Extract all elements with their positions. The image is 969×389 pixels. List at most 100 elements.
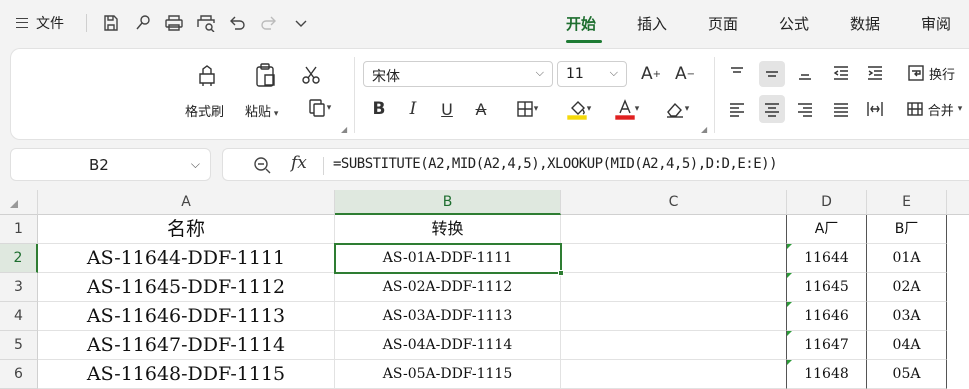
- column-header-c[interactable]: C: [561, 190, 787, 215]
- wrap-text-button[interactable]: 换行: [901, 61, 961, 85]
- file-menu[interactable]: 文件: [16, 13, 64, 33]
- underline-icon[interactable]: U: [435, 97, 459, 121]
- justify-icon[interactable]: [829, 97, 853, 121]
- distribute-icon[interactable]: [863, 97, 887, 121]
- undo-icon[interactable]: [226, 12, 248, 34]
- font-name-select[interactable]: 宋体 ⌵: [363, 61, 553, 87]
- print-preview-icon[interactable]: [194, 12, 218, 34]
- increase-font-size-icon[interactable]: A +: [639, 63, 663, 85]
- function-icon[interactable]: fx: [291, 153, 307, 173]
- font-size-select[interactable]: 11 ⌵: [557, 61, 627, 87]
- font-size-value: 11: [566, 66, 584, 82]
- cell-c4[interactable]: [561, 302, 787, 331]
- cell-d2[interactable]: 11644: [787, 244, 867, 273]
- name-box[interactable]: B2 ⌵: [10, 148, 211, 181]
- row-header-4[interactable]: 4: [0, 302, 38, 331]
- tab-insert[interactable]: 插入: [637, 13, 667, 34]
- cell-b4[interactable]: AS-03A-DDF-1113: [335, 302, 561, 331]
- align-center-icon[interactable]: [759, 95, 785, 123]
- increase-indent-icon[interactable]: [863, 61, 887, 85]
- cell-b1[interactable]: 转换: [335, 215, 561, 244]
- cell-c3[interactable]: [561, 273, 787, 302]
- merge-button[interactable]: 合并 ▾: [901, 97, 967, 121]
- row-header-6[interactable]: 6: [0, 360, 38, 389]
- cell-e2[interactable]: 01A: [867, 244, 947, 273]
- fill-handle[interactable]: [558, 270, 564, 276]
- divider: [86, 14, 87, 32]
- align-right-icon[interactable]: [793, 97, 817, 121]
- format-painter-icon[interactable]: [132, 12, 154, 34]
- tab-formulas[interactable]: 公式: [779, 13, 809, 34]
- format-painter-icon[interactable]: [193, 61, 221, 89]
- cell-e6[interactable]: 05A: [867, 360, 947, 389]
- format-painter-label[interactable]: 格式刷: [185, 101, 224, 120]
- cell-a4[interactable]: AS-11646-DDF-1113: [38, 302, 335, 331]
- cell-a6[interactable]: AS-11648-DDF-1115: [38, 360, 335, 389]
- clear-format-button[interactable]: ▾: [657, 97, 697, 121]
- cell-a2[interactable]: AS-11644-DDF-1111: [38, 244, 335, 273]
- align-bottom-icon[interactable]: [793, 61, 817, 85]
- group-launcher-icon[interactable]: ◢: [341, 125, 347, 134]
- cell-d6[interactable]: 11648: [787, 360, 867, 389]
- cell-a3[interactable]: AS-11645-DDF-1112: [38, 273, 335, 302]
- cell-b5[interactable]: AS-04A-DDF-1114: [335, 331, 561, 360]
- column-header-a[interactable]: A: [38, 190, 335, 215]
- cell-a1[interactable]: 名称: [38, 215, 335, 244]
- cell-d4[interactable]: 11646: [787, 302, 867, 331]
- column-header-e[interactable]: E: [867, 190, 947, 215]
- paste-button[interactable]: 粘贴 ▾: [245, 101, 278, 120]
- cell-e3[interactable]: 02A: [867, 273, 947, 302]
- formula-bar[interactable]: fx =SUBSTITUTE(A2,MID(A2,4,5),XLOOKUP(MI…: [222, 148, 969, 181]
- align-left-icon[interactable]: [725, 97, 749, 121]
- chevron-down-icon: ▾: [957, 104, 963, 114]
- align-top-icon[interactable]: [725, 61, 749, 85]
- column-header-d[interactable]: D: [787, 190, 867, 215]
- font-color-button[interactable]: ▾: [607, 95, 647, 123]
- column-header-b[interactable]: B: [335, 190, 561, 215]
- save-icon[interactable]: [100, 12, 122, 34]
- tab-home[interactable]: 开始: [566, 13, 596, 34]
- align-middle-icon[interactable]: [759, 61, 785, 87]
- borders-button[interactable]: ▾: [507, 97, 547, 121]
- row-header-5[interactable]: 5: [0, 331, 38, 360]
- redo-icon[interactable]: [258, 12, 280, 34]
- cell-d3[interactable]: 11645: [787, 273, 867, 302]
- bold-icon[interactable]: B: [367, 97, 391, 121]
- cell-b3[interactable]: AS-02A-DDF-1112: [335, 273, 561, 302]
- row-header-3[interactable]: 3: [0, 273, 38, 302]
- print-icon[interactable]: [162, 12, 186, 34]
- row-header-1[interactable]: 1: [0, 215, 38, 244]
- select-all-corner[interactable]: [0, 190, 38, 215]
- decrease-indent-icon[interactable]: [829, 61, 853, 85]
- paste-icon[interactable]: [251, 61, 279, 89]
- cell-c2[interactable]: [561, 244, 787, 273]
- column-header-f[interactable]: [947, 190, 969, 215]
- tab-page[interactable]: 页面: [708, 13, 738, 34]
- formula-input[interactable]: =SUBSTITUTE(A2,MID(A2,4,5),XLOOKUP(MID(A…: [333, 156, 778, 172]
- tab-data[interactable]: 数据: [850, 13, 880, 34]
- group-launcher-icon[interactable]: ◢: [701, 125, 707, 134]
- cell-a5[interactable]: AS-11647-DDF-1114: [38, 331, 335, 360]
- merge-label: 合并: [927, 103, 954, 119]
- copy-button[interactable]: ▾: [299, 97, 339, 119]
- fill-color-button[interactable]: ▾: [559, 95, 599, 123]
- cut-icon[interactable]: [299, 63, 323, 87]
- decrease-font-size-icon[interactable]: A −: [673, 63, 697, 85]
- cell-e1[interactable]: B厂: [867, 215, 947, 244]
- row-header-2[interactable]: 2: [0, 244, 38, 273]
- zoom-icon[interactable]: [253, 156, 271, 178]
- cell-c1[interactable]: [561, 215, 787, 244]
- strikethrough-icon[interactable]: A: [469, 97, 493, 121]
- cell-c5[interactable]: [561, 331, 787, 360]
- tab-review[interactable]: 审阅: [921, 13, 951, 34]
- italic-icon[interactable]: I: [401, 97, 425, 121]
- cell-e5[interactable]: 04A: [867, 331, 947, 360]
- cell-d1[interactable]: A厂: [787, 215, 867, 244]
- cell-e4[interactable]: 03A: [867, 302, 947, 331]
- more-icon[interactable]: [290, 12, 312, 34]
- cell-b6[interactable]: AS-05A-DDF-1115: [335, 360, 561, 389]
- cell-d5[interactable]: 11647: [787, 331, 867, 360]
- cell-c6[interactable]: [561, 360, 787, 389]
- chevron-down-icon[interactable]: ⌵: [191, 157, 200, 172]
- paste-label: 粘贴: [245, 105, 272, 120]
